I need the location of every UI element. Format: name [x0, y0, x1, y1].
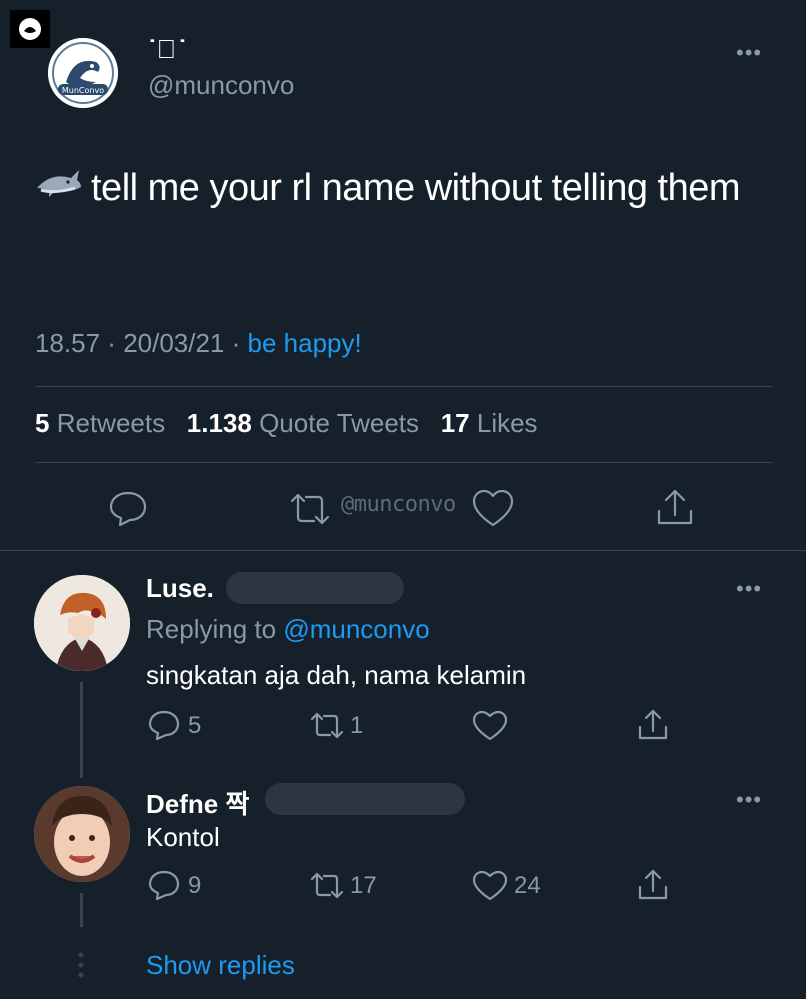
avatar[interactable] — [34, 786, 130, 882]
like-icon[interactable] — [471, 708, 509, 744]
watermark-logo — [10, 10, 50, 48]
reply-icon[interactable] — [146, 868, 182, 904]
like-count: 24 — [514, 872, 541, 899]
retweet-count: 1 — [350, 712, 364, 739]
more-options-button[interactable]: ••• — [736, 576, 762, 602]
more-options-button[interactable]: ••• — [736, 40, 762, 66]
reply-author-name[interactable]: Luse. — [146, 573, 214, 604]
retweet-icon[interactable] — [306, 868, 348, 904]
seal-icon — [19, 18, 41, 40]
retweet-count: 17 — [350, 872, 377, 899]
reply-icon[interactable] — [106, 487, 150, 531]
like-icon[interactable] — [470, 487, 516, 531]
avatar[interactable]: MunConvo — [48, 38, 118, 108]
redacted-handle — [265, 783, 465, 815]
like-icon[interactable] — [471, 868, 509, 904]
reply-icon[interactable] — [146, 708, 182, 744]
share-icon[interactable] — [652, 485, 698, 531]
thread-line — [80, 893, 83, 927]
retweets-stat[interactable]: 5 Retweets — [35, 408, 165, 438]
tweet-meta: 18.57 · 20/03/21 · be happy! — [35, 328, 362, 358]
replying-to: Replying to @munconvo — [146, 614, 430, 644]
retweet-icon[interactable] — [306, 708, 348, 744]
thread-line — [80, 682, 83, 778]
shark-icon — [35, 166, 83, 222]
divider — [0, 550, 806, 551]
display-name[interactable]: ˙ฺ˙ — [148, 34, 189, 65]
photo-avatar-icon — [34, 786, 130, 882]
anime-avatar-icon — [34, 575, 130, 671]
avatar-text: MunConvo — [62, 86, 104, 95]
reply-count: 5 — [188, 712, 202, 739]
tweet-time[interactable]: 18.57 — [35, 328, 100, 358]
tweet-body: tell me your rl name without telling the… — [91, 167, 741, 209]
divider — [35, 462, 773, 463]
divider — [35, 386, 773, 387]
watermark-text: @munconvo — [341, 492, 456, 517]
tweet-source[interactable]: be happy! — [248, 328, 362, 358]
tweet-date[interactable]: 20/03/21 — [123, 328, 224, 358]
quote-tweets-stat[interactable]: 1.138 Quote Tweets — [187, 408, 419, 438]
likes-stat[interactable]: 17 Likes — [441, 408, 538, 438]
reply-count: 9 — [188, 872, 202, 899]
replying-to-handle[interactable]: @munconvo — [283, 614, 429, 644]
dolphin-logo-icon: MunConvo — [48, 38, 118, 108]
reply-text: Kontol — [146, 822, 220, 852]
show-replies-link[interactable]: Show replies — [146, 950, 295, 981]
reply-author-name[interactable]: Defne 짝 — [146, 784, 249, 821]
reply-text: singkatan aja dah, nama kelamin — [146, 660, 527, 690]
avatar[interactable] — [34, 575, 130, 671]
tweet-text: tell me your rl name without telling the… — [35, 160, 755, 222]
tweet-stats: 5 Retweets 1.138 Quote Tweets 17 Likes — [35, 408, 538, 439]
redacted-handle — [226, 572, 404, 604]
retweet-icon[interactable] — [284, 487, 336, 531]
more-options-button[interactable]: ••• — [736, 787, 762, 813]
thread-dots-icon — [78, 952, 84, 978]
handle[interactable]: @munconvo — [148, 70, 294, 101]
share-icon[interactable] — [634, 866, 672, 904]
share-icon[interactable] — [634, 706, 672, 744]
